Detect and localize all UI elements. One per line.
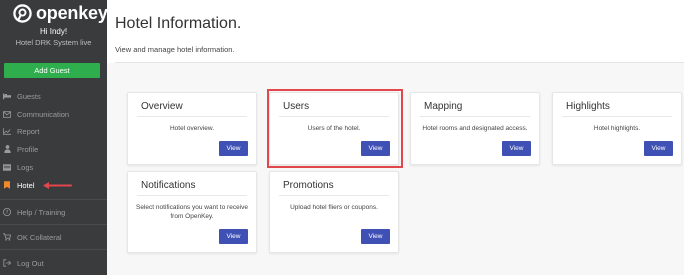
annotation-highlight-box [267,89,403,168]
mapping-view-button[interactable]: View [502,141,531,156]
card-divider [562,116,672,117]
logout-icon [3,259,11,267]
card-overview: Overview Hotel overview. View [127,92,257,165]
card-description: Hotel overview. [169,125,215,132]
sidebar: openkey Hi Indy! Hotel DRK System live A… [0,0,108,275]
sidebar-item-report[interactable]: Report [0,124,107,138]
sidebar-item-label: Communication [17,109,70,119]
logo-text: openkey [36,2,108,23]
notifications-view-button[interactable]: View [219,229,248,244]
card-description: Select notifications you want to receive… [135,204,248,220]
card-promotions: Promotions Upload hotel fliers or coupon… [269,171,399,253]
add-guest-button[interactable]: Add Guest [4,63,100,78]
sidebar-item-label: Log Out [17,258,44,268]
card-divider [279,195,389,196]
sidebar-item-label: Profile [17,144,39,154]
openkey-logo[interactable]: openkey [13,2,108,24]
sidebar-divider [0,249,107,250]
sidebar-item-label: Guests [17,91,41,101]
sidebar-item-ok-collateral[interactable]: OK Collateral [0,230,107,244]
openkey-logo-icon [13,3,32,23]
svg-text:?: ? [6,210,9,216]
greeting: Hi Indy! [39,27,68,36]
sidebar-item-label: Help / Training [17,207,66,217]
overview-view-button[interactable]: View [219,141,248,156]
card-divider [420,116,530,117]
sidebar-item-communication[interactable]: Communication [0,107,107,121]
bed-icon [3,92,11,100]
card-title: Promotions [283,180,334,191]
card-title: Mapping [424,101,463,112]
card-description: Hotel rooms and designated access. [422,125,528,132]
card-notifications: Notifications Select notifications you w… [127,171,257,253]
card-mapping: Mapping Hotel rooms and designated acces… [410,92,540,165]
card-highlights: Highlights Hotel highlights. View [552,92,682,165]
card-title: Overview [141,101,183,112]
envelope-icon [3,110,11,118]
card-description: Upload hotel fliers or coupons. [290,204,378,211]
card-title: Notifications [141,180,196,191]
sidebar-divider [0,199,107,200]
sidebar-item-help[interactable]: ? Help / Training [0,205,107,219]
sidebar-item-label: Report [17,126,40,136]
list-icon [3,163,11,171]
highlights-view-button[interactable]: View [644,141,673,156]
sidebar-item-label: Hotel [17,180,35,190]
annotation-arrow-icon [43,182,72,189]
sidebar-divider [0,224,107,225]
card-divider [137,195,247,196]
sidebar-item-logs[interactable]: Logs [0,160,107,174]
sidebar-item-log-out[interactable]: Log Out [0,256,107,270]
page-title: Hotel Information. [115,15,242,32]
bookmark-icon [3,181,11,189]
sidebar-item-label: Logs [17,162,34,172]
card-description: Hotel highlights. [593,125,641,132]
promotions-view-button[interactable]: View [361,229,390,244]
card-divider [137,116,247,117]
hotel-name: Hotel DRK System live [15,38,92,47]
sidebar-item-label: OK Collateral [17,232,62,242]
user-icon [3,145,11,153]
sidebar-item-profile[interactable]: Profile [0,142,107,156]
sidebar-item-guests[interactable]: Guests [0,89,107,103]
chart-icon [3,127,11,135]
app-root: openkey Hi Indy! Hotel DRK System live A… [0,0,684,275]
question-icon: ? [3,208,11,216]
card-title: Highlights [566,101,610,112]
cart-icon [3,233,11,241]
page-subtitle: View and manage hotel information. [115,45,235,54]
header-divider [115,62,684,63]
